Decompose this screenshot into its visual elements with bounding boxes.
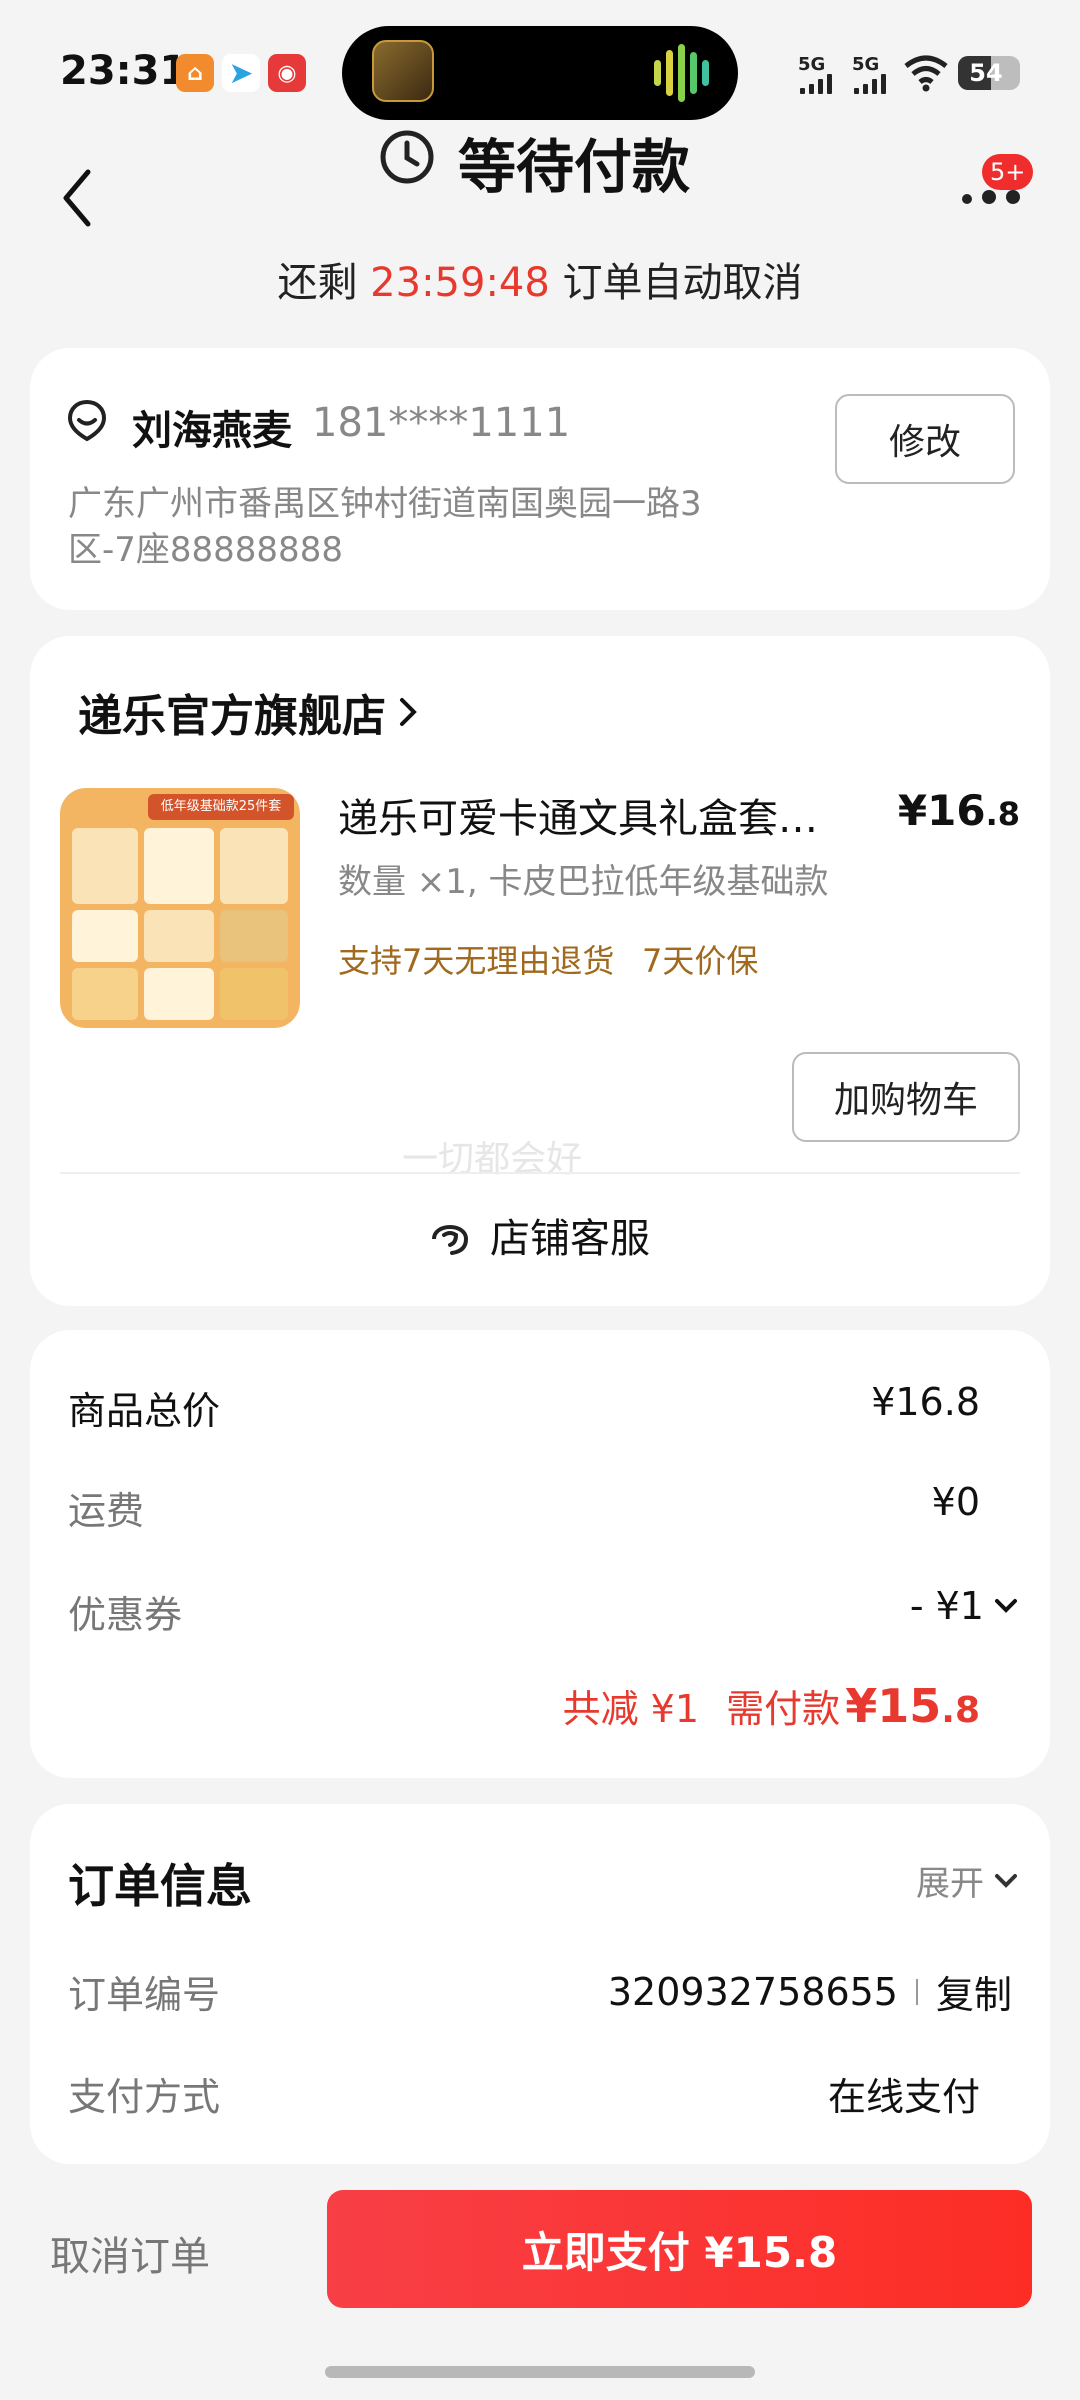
payment-method-value: 在线支付 (827, 2075, 980, 2119)
wifi-icon (904, 55, 948, 92)
audio-wave-bar (666, 50, 673, 96)
payable-summary: 共减 ¥1 需付款 ¥15.8 (563, 1678, 980, 1733)
cancel-order-button[interactable]: 取消订单 (50, 2224, 210, 2282)
location-pin-icon (67, 399, 107, 442)
battery-icon: 54 (958, 56, 1020, 90)
telegram-icon: ➤ (222, 54, 260, 92)
shipping-value: ¥0 (931, 1480, 980, 1524)
price-protection-tag: 7天价保 (642, 942, 759, 980)
coupon-label: 优惠券 (68, 1593, 183, 1637)
store-service-button[interactable]: 店铺客服 (426, 1200, 650, 1270)
order-info-card: 订单信息 展开 订单编号 320932758655 复制 支付方式 在线支付 (30, 1804, 1050, 2164)
product-title[interactable]: 递乐可爱卡通文具礼盒套… (338, 786, 818, 844)
back-icon[interactable] (58, 168, 98, 228)
headset-icon (432, 1225, 468, 1255)
separator (915, 1978, 918, 2005)
need-pay-dec: .8 (941, 1690, 980, 1731)
need-pay-label: 需付款 (726, 1687, 841, 1731)
address-line-1: 广东广州市番禺区钟村街道南国奥园一路3 (68, 484, 702, 524)
chevron-down-icon (995, 1599, 1017, 1613)
total-price-label: 商品总价 (68, 1389, 221, 1433)
discount-total: 共减 ¥1 (562, 1687, 700, 1731)
battery-level: 54 (969, 59, 1003, 87)
page-title: 等待付款 (458, 133, 691, 201)
edit-address-button[interactable]: 修改 (835, 394, 1015, 484)
product-image-tile (144, 910, 214, 962)
signal-1-label: 5G (798, 54, 826, 75)
payment-method-label: 支付方式 (68, 2075, 221, 2119)
need-pay-int: ¥15 (845, 1679, 942, 1733)
coupon-selector[interactable]: - ¥1 (910, 1584, 1020, 1628)
chevron-right-icon (400, 698, 417, 726)
order-number-row: 320932758655 复制 (608, 1964, 1012, 2019)
product-image-tile (144, 828, 214, 904)
audio-wave-icon (654, 60, 661, 86)
product-image-tile (144, 968, 214, 1020)
copy-order-number-button[interactable]: 复制 (936, 1964, 1012, 2019)
store-link[interactable]: 递乐官方旗舰店 (78, 684, 422, 742)
chevron-down-icon (995, 1873, 1017, 1888)
product-image-banner: 低年级基础款25件套 (148, 794, 294, 820)
order-info-title: 订单信息 (68, 1859, 252, 1913)
order-number-value: 320932758655 (607, 1969, 898, 2014)
audio-wave-bar (678, 44, 685, 102)
recipient-name: 刘海燕麦 (132, 408, 292, 454)
more-dot-icon (1006, 190, 1020, 204)
product-price-int: ¥16 (897, 786, 986, 835)
pay-now-button[interactable]: 立即支付 ¥15.8 (327, 2190, 1032, 2308)
more-dot-icon (962, 194, 972, 204)
product-image-tile (72, 828, 138, 904)
signal-2-icon (854, 74, 894, 94)
clock-icon (380, 130, 434, 184)
audio-wave-bar (690, 52, 697, 94)
notification-badge: 5+ (982, 154, 1034, 190)
countdown-prefix: 还剩 (277, 260, 358, 306)
order-number-label: 订单编号 (68, 1973, 221, 2017)
signal-2-label: 5G (852, 54, 880, 75)
netease-music-icon: ◉ (268, 54, 306, 92)
expand-label: 展开 (916, 1864, 984, 1904)
more-dot-icon (982, 190, 996, 204)
divider (60, 1172, 1020, 1174)
app-notification-icon: ⌂ (176, 54, 214, 92)
total-price-value: ¥16.8 (871, 1380, 980, 1424)
address-line-2: 区-7座88888888 (68, 530, 343, 570)
watermark-text: 一切都会好 (402, 1139, 583, 1180)
countdown-suffix: 订单自动取消 (562, 260, 803, 306)
store-name: 递乐官方旗舰店 (78, 691, 386, 742)
product-image-tile (72, 910, 138, 962)
product-price: ¥16.8 (898, 786, 1020, 835)
game-app-icon (372, 40, 434, 102)
product-spec: 数量 ×1, 卡皮巴拉低年级基础款 (338, 862, 829, 902)
shipping-label: 运费 (68, 1489, 145, 1533)
home-indicator[interactable] (325, 2366, 755, 2378)
product-price-dec: .8 (985, 795, 1020, 833)
audio-wave-bar (702, 60, 709, 86)
recipient-phone: 181****1111 (312, 400, 571, 446)
return-policy-tag: 支持7天无理由退货 (338, 942, 615, 980)
product-image-tile (220, 828, 288, 904)
store-service-label: 店铺客服 (490, 1216, 650, 1262)
product-image-tile (220, 968, 288, 1020)
product-image-tile (72, 968, 138, 1020)
add-to-cart-button[interactable]: 加购物车 (792, 1052, 1020, 1142)
auto-cancel-countdown: 还剩 23:59:48 订单自动取消 (0, 250, 1080, 308)
coupon-value: - ¥1 (909, 1584, 984, 1628)
status-time: 23:31 (60, 48, 188, 94)
countdown-time: 23:59:48 (370, 260, 550, 306)
product-image[interactable]: 低年级基础款25件套 (60, 788, 300, 1028)
store-card: 递乐官方旗舰店 低年级基础款25件套 递乐可爱卡通文具礼盒套… ¥16.8 数量… (30, 636, 1050, 1306)
address-card[interactable]: 刘海燕麦 181****1111 广东广州市番禺区钟村街道南国奥园一路3 区-7… (30, 348, 1050, 610)
price-summary-card: 商品总价 ¥16.8 运费 ¥0 优惠券 - ¥1 共减 ¥1 需付款 ¥15.… (30, 1330, 1050, 1778)
expand-toggle[interactable]: 展开 (916, 1856, 1020, 1905)
product-image-tile (220, 910, 288, 962)
signal-1-icon (800, 74, 840, 94)
